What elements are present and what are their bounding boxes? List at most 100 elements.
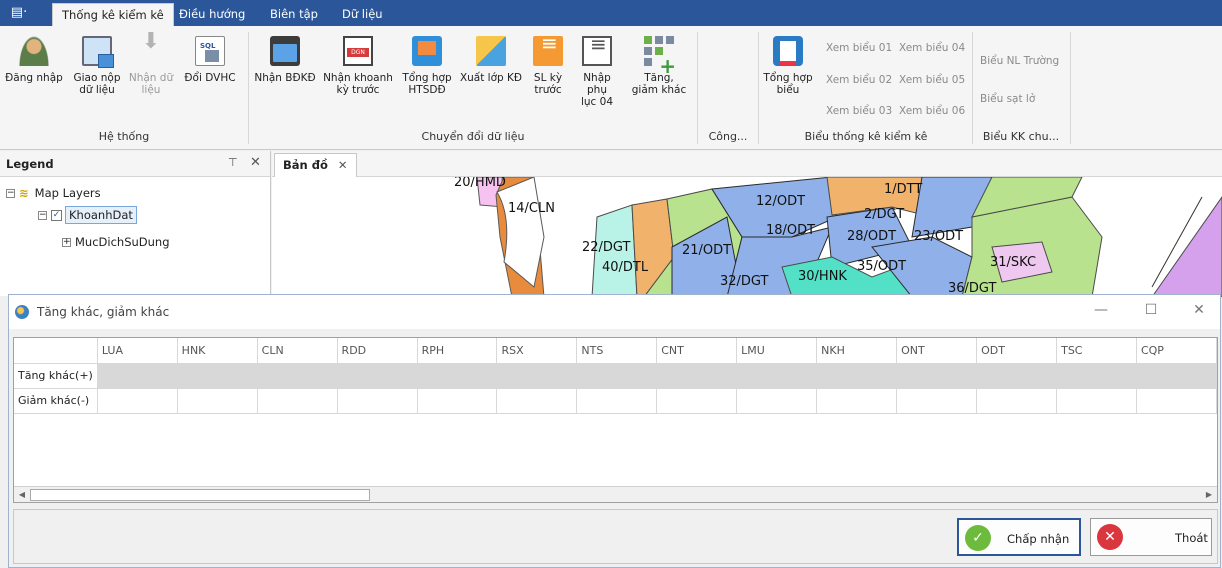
column-header[interactable]: CQP: [1136, 338, 1217, 364]
dialog-titlebar[interactable]: Tăng khác, giảm khác — ☐ ✕: [9, 295, 1220, 329]
previous-period-data-button[interactable]: SL kỳ trước: [526, 36, 570, 96]
tab-thong-ke-kiem-ke[interactable]: Thống kê kiểm kê: [52, 3, 174, 26]
column-header[interactable]: LUA: [97, 338, 178, 364]
grid-cell[interactable]: [496, 363, 578, 389]
column-header[interactable]: RSX: [496, 338, 578, 364]
grid-cell[interactable]: [97, 363, 178, 389]
change-dvhc-button[interactable]: Đổi DVHC: [180, 36, 240, 84]
close-icon[interactable]: ✕: [250, 155, 261, 170]
grid-cell[interactable]: [656, 388, 738, 414]
tab-label: Thống kê kiểm kê: [62, 8, 164, 22]
grid-cell[interactable]: [1136, 363, 1217, 389]
tab-dieu-huong[interactable]: Điều hướng: [170, 3, 254, 26]
grid-cell[interactable]: [257, 363, 338, 389]
grid-cell[interactable]: [417, 388, 498, 414]
minimize-icon[interactable]: —: [1091, 302, 1111, 318]
grid-cell[interactable]: [736, 363, 818, 389]
tree-node-khoanhdat[interactable]: − ✓ KhoanhDat: [38, 206, 137, 224]
nl-truong-form-link[interactable]: Biểu NL Trường: [980, 55, 1059, 67]
pin-icon[interactable]: ⊤: [228, 156, 238, 169]
grid-cell[interactable]: [496, 388, 578, 414]
column-header[interactable]: ODT: [976, 338, 1058, 364]
export-layer-button[interactable]: Xuất lớp KĐ: [458, 36, 524, 84]
grid-cell[interactable]: [816, 388, 898, 414]
scroll-left-icon[interactable]: ◀: [15, 489, 29, 501]
column-header[interactable]: ONT: [896, 338, 978, 364]
summary-report-button[interactable]: Tổng hợp biểu: [762, 36, 814, 96]
app-menu-icon[interactable]: ▤·: [4, 3, 34, 23]
data-grid[interactable]: LUA HNK CLN RDD RPH RSX NTS CNT LMU NKH …: [13, 337, 1218, 503]
exit-button[interactable]: ✕ Thoát: [1090, 518, 1212, 556]
legend-panel: Legend ⊤ ✕ − ≋ Map Layers − ✓ KhoanhDat + Muc…: [0, 151, 271, 296]
expand-icon[interactable]: +: [62, 238, 71, 247]
receive-bdkd-button[interactable]: Nhận BĐKĐ: [252, 36, 318, 84]
scroll-right-icon[interactable]: ▶: [1202, 489, 1216, 501]
tab-bien-tap[interactable]: Biên tập: [261, 3, 327, 26]
view-form-02-link[interactable]: Xem biểu 02: [826, 74, 892, 86]
group-label-cong[interactable]: Công...: [698, 130, 758, 143]
receive-previous-period-button[interactable]: Nhận khoanh kỳ trước: [320, 36, 396, 96]
grid-add-icon: [644, 36, 676, 72]
column-header[interactable]: CLN: [257, 338, 338, 364]
grid-cell[interactable]: [97, 388, 178, 414]
column-header[interactable]: RPH: [417, 338, 498, 364]
table-row[interactable]: Tăng khác(+): [14, 363, 1217, 389]
grid-cell[interactable]: [257, 388, 338, 414]
column-header[interactable]: NTS: [576, 338, 658, 364]
view-form-01-link[interactable]: Xem biểu 01: [826, 42, 892, 54]
receive-data-button[interactable]: Nhận dữ liệu: [126, 36, 176, 96]
grid-cell[interactable]: [976, 363, 1058, 389]
grid-cell[interactable]: [337, 388, 418, 414]
tree-node-map-layers[interactable]: − ≋ Map Layers: [6, 186, 101, 200]
maximize-icon[interactable]: ☐: [1141, 302, 1161, 318]
map-label: 30/HNK: [798, 269, 847, 284]
grid-cell[interactable]: [576, 388, 658, 414]
document-icon: [582, 36, 612, 66]
grid-cell[interactable]: [656, 363, 738, 389]
grid-cell[interactable]: [896, 388, 978, 414]
grid-cell[interactable]: [1136, 388, 1217, 414]
grid-cell[interactable]: [177, 388, 258, 414]
column-header[interactable]: CNT: [656, 338, 738, 364]
grid-cell[interactable]: [337, 363, 418, 389]
grid-cell[interactable]: [1056, 388, 1137, 414]
view-form-03-link[interactable]: Xem biểu 03: [826, 105, 892, 117]
collapse-icon[interactable]: −: [38, 211, 47, 220]
view-form-04-link[interactable]: Xem biểu 04: [899, 42, 965, 54]
grid-cell[interactable]: [736, 388, 818, 414]
summary-htsdd-button[interactable]: Tổng hợp HTSDĐ: [398, 36, 456, 96]
horizontal-scrollbar[interactable]: ◀ ▶: [14, 486, 1217, 502]
accept-button[interactable]: ✓ Chấp nhận: [957, 518, 1081, 556]
grid-cell[interactable]: [896, 363, 978, 389]
landslide-form-link[interactable]: Biểu sạt lở: [980, 93, 1035, 105]
submit-data-button[interactable]: Giao nộp dữ liệu: [70, 36, 124, 96]
grid-cell[interactable]: [816, 363, 898, 389]
tab-du-lieu[interactable]: Dữ liệu: [333, 3, 392, 26]
layer-checkbox[interactable]: ✓: [51, 210, 62, 221]
tab-ban-do[interactable]: Bản đồ ✕: [274, 153, 357, 177]
grid-cell[interactable]: [177, 363, 258, 389]
increase-decrease-other-button[interactable]: Tăng, giảm khác: [626, 36, 692, 96]
grid-cell[interactable]: [417, 363, 498, 389]
column-header[interactable]: LMU: [736, 338, 818, 364]
column-header[interactable]: TSC: [1056, 338, 1137, 364]
scrollbar-thumb[interactable]: [30, 489, 370, 501]
close-icon[interactable]: ✕: [1189, 302, 1209, 318]
table-row[interactable]: Giảm khác(-): [14, 388, 1217, 414]
map-canvas[interactable]: 20/HMD 14/CLN 22/DGT 40/DTL 21/ODT 12/OD…: [272, 177, 1222, 297]
tree-label: MucDichSuDung: [75, 235, 170, 249]
grid-cell[interactable]: [976, 388, 1058, 414]
column-header[interactable]: RDD: [337, 338, 418, 364]
close-circle-icon: ✕: [1097, 524, 1123, 550]
grid-cell[interactable]: [576, 363, 658, 389]
import-appendix-04-button[interactable]: Nhập phụ lục 04: [572, 36, 622, 108]
view-form-06-link[interactable]: Xem biểu 06: [899, 105, 965, 117]
view-form-05-link[interactable]: Xem biểu 05: [899, 74, 965, 86]
collapse-icon[interactable]: −: [6, 189, 15, 198]
close-icon[interactable]: ✕: [338, 158, 348, 172]
column-header[interactable]: HNK: [177, 338, 258, 364]
grid-cell[interactable]: [1056, 363, 1137, 389]
login-button[interactable]: Đăng nhập: [4, 36, 64, 84]
column-header[interactable]: NKH: [816, 338, 898, 364]
tree-node-mucdichsudung[interactable]: + MucDichSuDung: [62, 235, 170, 249]
